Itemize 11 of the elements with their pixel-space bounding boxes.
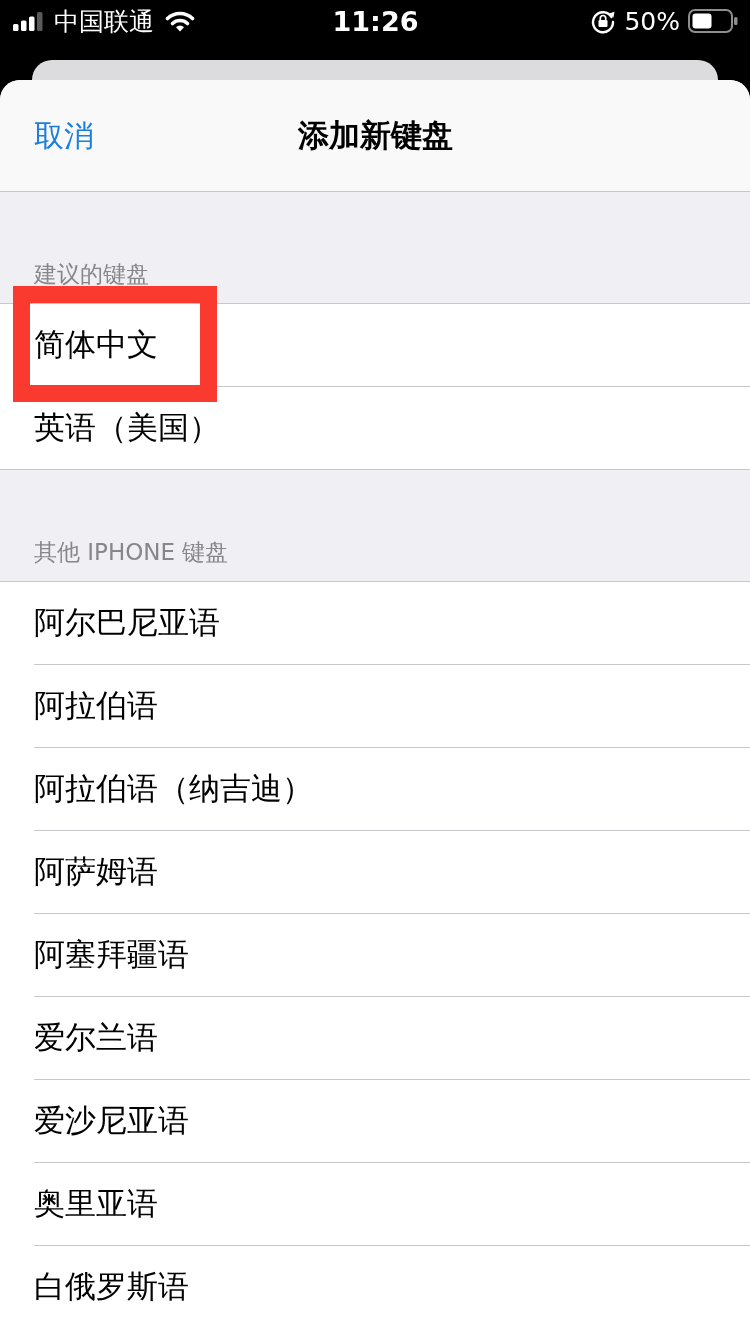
- signal-icon: [13, 11, 43, 31]
- wifi-icon: [165, 10, 195, 32]
- section-header: 其他 IPHONE 键盘: [34, 539, 229, 565]
- carrier-name: 中国联通: [54, 8, 154, 34]
- status-time: 11:26: [332, 7, 419, 35]
- battery-percent: 50%: [624, 8, 680, 34]
- battery-icon: [688, 9, 738, 33]
- rotation-lock-icon: [590, 8, 617, 34]
- nav-title: 添加新键盘: [297, 116, 453, 155]
- section-header: 建议的键盘: [34, 261, 149, 287]
- cancel-button[interactable]: 取消: [34, 117, 94, 154]
